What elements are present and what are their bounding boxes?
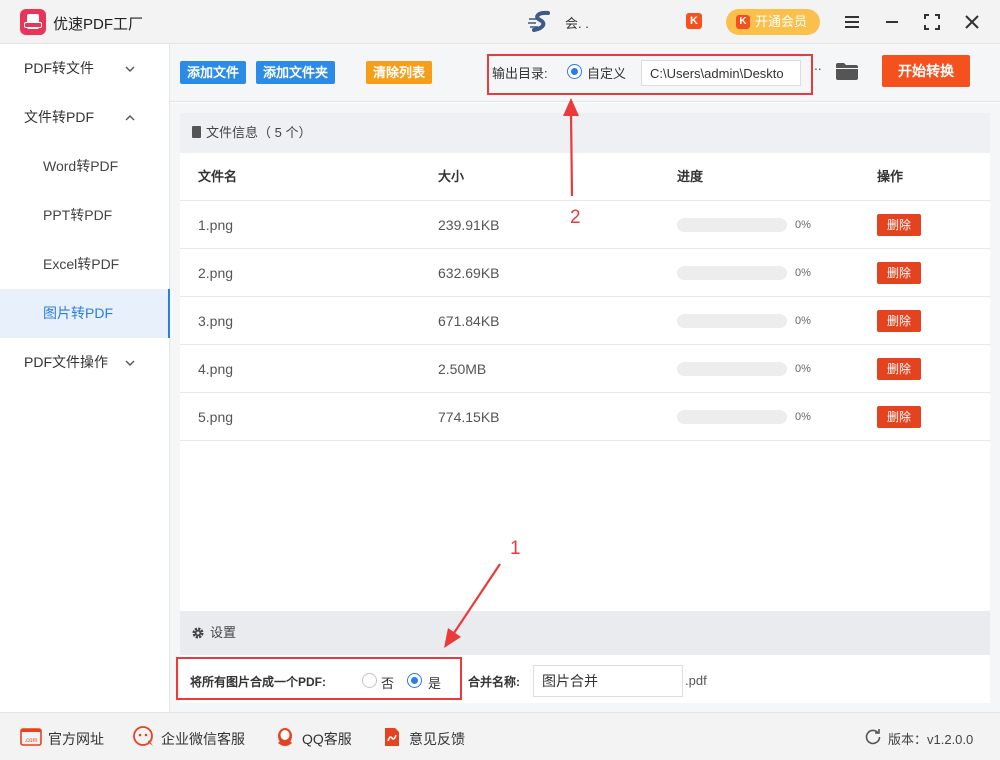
website-icon-text: .com [24,738,37,744]
chevron-down-icon [125,360,135,366]
chevron-up-icon [125,115,135,121]
vip-button[interactable]: K 开通会员 [726,9,820,35]
file-panel: 文件信息（ 5 个） 文件名 大小 进度 操作 1.png 239.91KB 0% 删… [180,113,990,612]
file-name-cell: 1.png [198,217,234,233]
app-logo-icon [20,9,46,35]
file-info-title: 文件信息（ 5 个） [206,125,312,140]
sidebar: PDF转文件 文件转PDF Word转PDF PPT转PDF Excel转PDF… [0,44,170,712]
annotation-box-output-dir [487,54,813,95]
table-row: 1.png 239.91KB 0% 删除 [180,201,990,249]
clear-list-button[interactable]: 清除列表 [366,61,433,84]
file-size-cell: 671.84KB [438,313,500,329]
close-icon[interactable] [960,10,984,34]
col-progress: 进度 [677,169,704,184]
website-icon[interactable]: .com [20,726,42,748]
website-link[interactable]: 官方网址 [48,729,104,749]
settings-title: 设置 [210,625,237,640]
sidebar-group-file-to-pdf[interactable]: 文件转PDF [0,93,170,142]
table-header: 文件名 大小 进度 操作 [180,153,990,201]
delete-button[interactable]: 删除 [877,262,921,284]
menu-icon[interactable] [840,10,864,34]
qq-icon[interactable] [274,726,296,748]
progress-bar [677,314,787,328]
title-bar: 优速PDF工厂 会. . K K 开通会员 [0,0,1000,44]
maximize-icon[interactable] [920,10,944,34]
merge-name-label: 合并名称: [468,675,520,689]
footer: .com 官方网址 企业微信客服 QQ客服 意见反馈 版本：v1.2.0.0 [0,712,1000,760]
progress-percent: 0% [795,411,811,423]
sidebar-group-label: PDF文件操作 [24,354,108,370]
add-folder-button[interactable]: 添加文件夹 [256,61,336,84]
col-action: 操作 [877,169,904,184]
annotation-label-2: 2 [570,207,581,228]
feedback-icon[interactable] [381,726,403,748]
sidebar-group-pdf-operations[interactable]: PDF文件操作 [0,338,170,387]
add-file-button[interactable]: 添加文件 [180,61,247,84]
col-filename: 文件名 [198,169,238,184]
user-name[interactable]: 会. . [565,13,589,32]
table-row: 3.png 671.84KB 0% 删除 [180,297,990,345]
file-size-cell: 239.91KB [438,217,500,233]
progress-percent: 0% [795,363,811,375]
wechat-icon[interactable] [133,726,155,748]
sidebar-item-image-to-pdf[interactable]: 图片转PDF [0,289,170,338]
file-size-cell: 632.69KB [438,265,500,281]
table-row: 4.png 2.50MB 0% 删除 [180,345,990,393]
file-size-cell: 2.50MB [438,361,487,377]
progress-bar [677,218,787,232]
file-name-cell: 2.png [198,265,234,281]
app-title: 优速PDF工厂 [53,16,144,33]
progress-bar [677,362,787,376]
feedback-link[interactable]: 意见反馈 [409,729,465,749]
progress-percent: 0% [795,315,811,327]
qq-support-link[interactable]: QQ客服 [302,729,352,749]
version-label: 版本：v1.2.0.0 [888,732,974,747]
delete-button[interactable]: 删除 [877,406,921,428]
progress-bar [677,410,787,424]
delete-button[interactable]: 删除 [877,214,921,236]
progress-percent: 0% [795,267,811,279]
folder-icon[interactable] [836,63,858,80]
sidebar-item-word-to-pdf[interactable]: Word转PDF [0,142,170,191]
settings-header: 设置 [180,611,990,655]
annotation-box-merge-setting [176,657,462,700]
user-avatar-icon[interactable] [528,10,556,34]
sidebar-item-excel-to-pdf[interactable]: Excel转PDF [0,240,170,289]
progress-bar [677,266,787,280]
vip-k-icon: K [736,15,750,29]
col-size: 大小 [438,169,465,184]
table-row: 5.png 774.15KB 0% 删除 [180,393,990,441]
delete-button[interactable]: 删除 [877,310,921,332]
gear-icon [192,627,204,639]
vip-label: 开通会员 [755,14,808,29]
sidebar-group-label: 文件转PDF [24,109,94,125]
file-name-cell: 5.png [198,409,234,425]
main-content: 文件信息（ 5 个） 文件名 大小 进度 操作 1.png 239.91KB 0% 删… [170,103,1000,712]
chevron-down-icon [125,66,135,72]
file-size-cell: 774.15KB [438,409,500,425]
progress-percent: 0% [795,219,811,231]
document-icon [192,126,201,138]
annotation-label-1: 1 [510,538,521,559]
pdf-extension-label: .pdf [685,673,707,688]
delete-button[interactable]: 删除 [877,358,921,380]
table-row: 2.png 632.69KB 0% 删除 [180,249,990,297]
file-name-cell: 3.png [198,313,234,329]
wechat-support-link[interactable]: 企业微信客服 [161,729,245,749]
sidebar-item-ppt-to-pdf[interactable]: PPT转PDF [0,191,170,240]
file-name-cell: 4.png [198,361,234,377]
sidebar-group-label: PDF转文件 [24,60,94,76]
minimize-icon[interactable] [880,10,904,34]
start-convert-button[interactable]: 开始转换 [882,55,970,87]
sidebar-group-pdf-to-file[interactable]: PDF转文件 [0,44,170,93]
file-info-header: 文件信息（ 5 个） [180,113,990,153]
brand-k-icon[interactable]: K [686,13,702,29]
merge-name-input[interactable] [533,665,683,697]
refresh-icon[interactable] [864,728,882,746]
